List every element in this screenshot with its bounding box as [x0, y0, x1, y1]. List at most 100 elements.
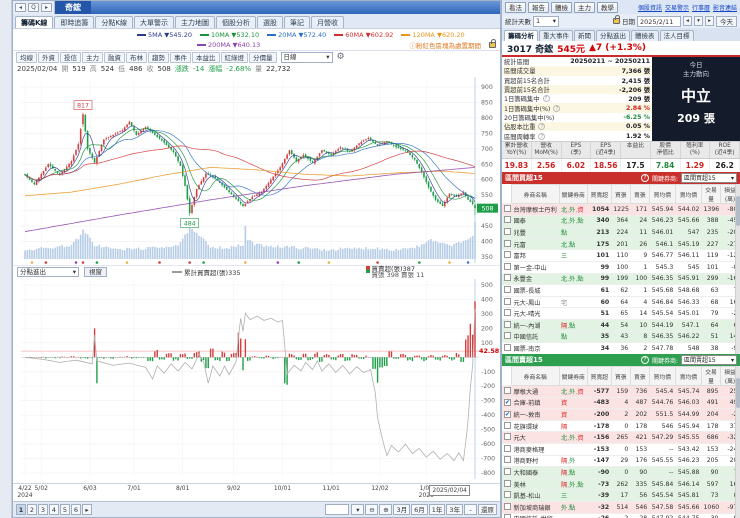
column-header-買賣超[interactable]: 買賣超 — [587, 366, 612, 386]
sell-row-7[interactable]: 大和國泰隔,點-90090--545.88907 — [502, 466, 740, 479]
analysis-tab-5[interactable]: 法人目標 — [659, 30, 694, 41]
range-button-還原[interactable]: 還原 — [478, 504, 497, 515]
toolbar-button-主力[interactable]: 主力 — [574, 1, 595, 13]
indicator-tab-3[interactable]: 主力 — [82, 51, 103, 63]
column-header-賣張[interactable]: 賣張 — [629, 366, 650, 386]
column-header-關鍵券商[interactable]: 關鍵券商 — [558, 366, 588, 386]
page-button-3[interactable]: 3 — [38, 504, 48, 515]
flow-window-button[interactable]: 視窗 — [84, 266, 107, 277]
buy-row-11[interactable]: 中國信託點 35 43 8 546.35 546.22 51 14 — [502, 331, 740, 344]
zoom-out-icon[interactable]: ⊖ — [365, 504, 379, 515]
indicator-tab-6[interactable]: 趨勢 — [148, 51, 169, 63]
row-checkbox[interactable] — [504, 456, 511, 464]
row-checkbox[interactable]: ✔ — [504, 410, 511, 418]
toolbar-button-體檢[interactable]: 體檢 — [551, 1, 572, 13]
sell-row-11[interactable]: 中國信託-世貿-26228547.02544.7530-9 — [502, 513, 740, 518]
sell-row-10[interactable]: 新加坡商瑞銀 外,點 -32 514 546 547.58 545.66 1060 -97 — [502, 501, 740, 514]
indicator-tab-8[interactable]: 本益比 — [192, 51, 220, 63]
date-next-icon[interactable]: ▸ — [705, 16, 714, 26]
page-button-▸[interactable]: ▸ — [82, 504, 92, 515]
row-checkbox[interactable] — [504, 320, 511, 328]
buy-row-12[interactable]: 國票-南京34362547.7854838-9 — [502, 342, 740, 354]
sell-row-5[interactable]: 港商麥格理 -153 0 153 -- 543.42 153 -24 — [502, 443, 740, 456]
help-icon[interactable]: ? — [553, 104, 561, 112]
indicator-tab-7[interactable]: 事件 — [170, 51, 191, 63]
main-tab-5[interactable]: 個股分析 — [216, 16, 257, 28]
row-checkbox[interactable] — [504, 421, 511, 429]
indicator-tab-1[interactable]: 外資 — [38, 51, 59, 63]
column-header-交易量[interactable]: 交易量 — [701, 184, 721, 204]
range-button-▾[interactable]: ▾ — [351, 504, 365, 515]
range-button-6月[interactable]: 6月 — [411, 504, 428, 515]
toolbar-link-交易警示[interactable]: 交易警示 — [665, 3, 689, 12]
column-header-買張[interactable]: 買張 — [610, 366, 631, 386]
analysis-tab-0[interactable]: 籌碼分析 — [504, 30, 538, 41]
toolbar-button-報告[interactable]: 報告 — [528, 1, 549, 13]
row-checkbox[interactable] — [504, 262, 511, 270]
search-icon[interactable]: Q — [28, 3, 39, 12]
indicator-tab-2[interactable]: 投信 — [60, 51, 81, 63]
buy-row-4[interactable]: 富邦三 101 110 9 546.77 546.11 119 -12 — [502, 249, 740, 262]
analysis-tab-3[interactable]: 分點進出 — [596, 30, 630, 41]
indicator-tab-9[interactable]: 紅綠燈 — [220, 51, 248, 63]
row-checkbox[interactable] — [504, 444, 511, 452]
help-icon[interactable]: ? — [538, 132, 546, 140]
analysis-tab-2[interactable]: 新聞 — [574, 30, 595, 41]
flow-chart[interactable]: -800 -700 -600 -500 -400 -300 -200 -100 100 200 30… — [13, 277, 500, 483]
indicator-tab-5[interactable]: 布林 — [126, 51, 147, 63]
help-icon[interactable]: ? — [542, 95, 550, 103]
row-checkbox[interactable] — [504, 239, 511, 247]
column-header-買賣超[interactable]: 買賣超 — [587, 184, 612, 204]
buy-row-2[interactable]: 兆豐點 213 224 11 546.01 547 235 -20 — [502, 226, 740, 239]
main-tab-3[interactable]: 大單警示 — [134, 16, 175, 28]
toolbar-button-教學[interactable]: 教學 — [597, 1, 618, 13]
row-checkbox[interactable] — [504, 204, 511, 212]
range-button-1年[interactable]: 1年 — [428, 504, 446, 515]
help-icon[interactable]: ? — [640, 356, 649, 364]
toolbar-link-個股資訊[interactable]: 個股資訊 — [638, 3, 662, 12]
column-header-券商名稱[interactable]: 券商名稱 — [511, 366, 560, 386]
buy-row-7[interactable]: 國票-長城61621545.68548.68637 — [502, 284, 740, 297]
row-checkbox[interactable] — [504, 216, 511, 224]
stat-days-select[interactable]: 1 ▾ — [533, 15, 559, 27]
row-checkbox[interactable]: ✔ — [504, 399, 511, 407]
range-button--[interactable]: - — [464, 504, 477, 515]
main-tab-2[interactable]: 分點K線 — [95, 16, 134, 28]
row-checkbox[interactable] — [504, 297, 511, 305]
column-header-買均價[interactable]: 買均價 — [648, 184, 676, 204]
row-checkbox[interactable] — [504, 386, 511, 394]
row-checkbox[interactable] — [504, 514, 511, 518]
gear-icon[interactable]: ⚙ — [337, 52, 345, 62]
sell-row-2[interactable]: ✔統一-敦南資-2002202551.5544.99204-2 — [502, 408, 740, 421]
row-checkbox[interactable] — [504, 491, 511, 499]
sell-row-4[interactable]: 元大 北,外,資 -156 265 421 547.29 545.55 686 -32 — [502, 431, 740, 444]
main-tab-1[interactable]: 即時追籌 — [54, 16, 95, 28]
toolbar-link-行事曆[interactable]: 行事曆 — [692, 3, 710, 12]
column-header-買張[interactable]: 買張 — [610, 184, 631, 204]
buy-row-6[interactable]: 永豐金 北,外,點 99 199 100 546.35 545.91 299 -16 — [502, 273, 740, 286]
page-button-4[interactable]: 4 — [49, 504, 59, 515]
scrollbar[interactable] — [735, 366, 740, 518]
indicator-tab-0[interactable]: 均線 — [16, 51, 37, 63]
date-input[interactable]: 2025/2/11 — [637, 15, 681, 27]
sell-key-select[interactable]: 區間賣超15 ▾ — [681, 355, 737, 365]
main-tab-0[interactable]: 籌碼K線 — [15, 16, 54, 28]
analysis-tab-1[interactable]: 重大事件 — [539, 30, 573, 41]
buy-key-select[interactable]: 區間買超15 ▾ — [681, 173, 737, 183]
row-checkbox[interactable] — [504, 309, 511, 317]
main-tab-8[interactable]: 月營收 — [311, 16, 345, 28]
stock-title-tab[interactable]: 奇鋐 — [55, 1, 91, 14]
candlestick-svg[interactable]: 3504004505005506006507007508008509008174… — [13, 75, 501, 265]
period-select[interactable]: 日線 ▾ — [280, 51, 333, 63]
buy-row-1[interactable]: 國泰 北,外,點 340 364 24 546.23 545.66 388 -45 — [502, 215, 740, 228]
buy-row-5[interactable]: 第一金-中山991001545.3545101-0 — [502, 261, 740, 274]
sell-row-1[interactable]: ✔ 合庫-前鎮資 -483 4 487 544.76 546.03 491 49 — [502, 397, 740, 410]
sell-row-9[interactable]: 凱基-松山三-391756545.54545.81738 — [502, 489, 740, 502]
page-button-6[interactable]: 6 — [71, 504, 81, 515]
column-header-賣均價[interactable]: 賣均價 — [674, 184, 703, 204]
lock-icon[interactable] — [613, 15, 620, 24]
column-header-關鍵券商[interactable]: 關鍵券商 — [558, 184, 588, 204]
lock-icon[interactable] — [489, 39, 496, 48]
main-tab-6[interactable]: 選股 — [257, 16, 284, 28]
buy-row-10[interactable]: 統一-內湖隔,點445410544.19547.1646 — [502, 319, 740, 332]
